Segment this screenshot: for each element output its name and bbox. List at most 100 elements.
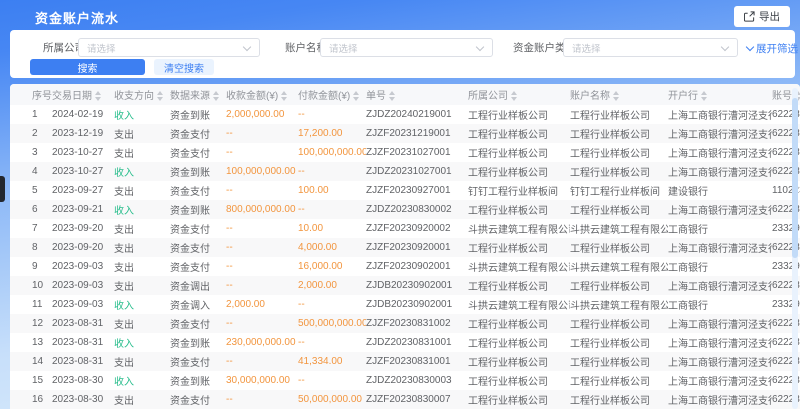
- table-cell: 资金支付: [170, 390, 226, 409]
- table-cell: 4,000.00: [298, 238, 366, 257]
- table-row[interactable]: 82023-09-20支出资金支付--4,000.00ZJZF202309200…: [10, 238, 800, 257]
- column-header-label: 开户行: [668, 91, 698, 102]
- table-row[interactable]: 112023-09-03收入资金调入2,000.00--ZJDB20230902…: [10, 295, 800, 314]
- table-cell: 上海工商银行漕河泾支行: [668, 371, 772, 390]
- company-filter-select[interactable]: 请选择: [78, 38, 260, 57]
- table-row[interactable]: 42023-10-27收入资金到账100,000,000.00--ZJDZ202…: [10, 162, 800, 181]
- table-row[interactable]: 72023-09-20支出资金支付--10.00ZJZF20230920002斗…: [10, 219, 800, 238]
- table-cell: 100.00: [298, 181, 366, 200]
- table-cell: 收入: [114, 333, 170, 352]
- table-cell: --: [298, 105, 366, 124]
- table-cell: ZJZF20230920001: [366, 238, 468, 257]
- table-cell: 2,000.00: [298, 276, 366, 295]
- table-cell: 斗拱云建筑工程有限公司: [570, 295, 668, 314]
- table-cell: 上海工商银行漕河泾支行: [668, 124, 772, 143]
- table-cell: ZJZF20231027001: [366, 143, 468, 162]
- sort-carets-icon[interactable]: [353, 91, 359, 101]
- table-row[interactable]: 132023-08-31收入资金到账230,000,000.00--ZJDZ20…: [10, 333, 800, 352]
- table-cell: 资金到账: [170, 333, 226, 352]
- table-cell: 6: [10, 200, 52, 219]
- table-cell: 工程行业样板公司: [570, 143, 668, 162]
- table-cell: 上海工商银行漕河泾支行: [668, 352, 772, 371]
- page-title: 资金账户流水: [35, 8, 119, 27]
- table-row[interactable]: 122023-08-31支出资金支付--500,000,000.00ZJZF20…: [10, 314, 800, 333]
- table-cell: 工程行业样板公司: [570, 276, 668, 295]
- table-cell: 12: [10, 314, 52, 333]
- column-header[interactable]: 交易日期: [52, 84, 114, 105]
- table-row[interactable]: 162023-08-30支出资金支付--50,000,000.00ZJZF202…: [10, 390, 800, 409]
- table-cell: 工程行业样板公司: [570, 314, 668, 333]
- table-row[interactable]: 142023-08-31支出资金支付--41,334.00ZJZF2023083…: [10, 352, 800, 371]
- table-cell: --: [226, 219, 298, 238]
- expand-filters-link[interactable]: 展开筛选: [747, 41, 798, 56]
- table-cell: 工程行业样板公司: [570, 352, 668, 371]
- column-header[interactable]: 收支方向: [114, 84, 170, 105]
- table-row[interactable]: 32023-10-27支出资金支付--100,000,000.00ZJZF202…: [10, 143, 800, 162]
- account-name-filter-select[interactable]: 请选择: [320, 38, 493, 57]
- sort-carets-icon[interactable]: [281, 91, 287, 101]
- table-cell: 收入: [114, 162, 170, 181]
- table-row[interactable]: 12024-02-19收入资金到账2,000,000.00--ZJDZ20240…: [10, 105, 800, 124]
- sort-carets-icon[interactable]: [213, 91, 219, 101]
- table-cell: --: [226, 352, 298, 371]
- sort-carets-icon[interactable]: [95, 91, 101, 101]
- table-cell: 支出: [114, 238, 170, 257]
- table-cell: ZJZF20230902001: [366, 257, 468, 276]
- table-cell: 2023-08-30: [52, 390, 114, 409]
- table-cell: 上海工商银行漕河泾支行: [668, 143, 772, 162]
- column-header[interactable]: 账户名称: [570, 84, 668, 105]
- table-cell: 工程行业样板公司: [468, 390, 570, 409]
- table-cell: ZJZF20230927001: [366, 181, 468, 200]
- table-row[interactable]: 52023-09-27支出资金支付--100.00ZJZF20230927001…: [10, 181, 800, 200]
- table-cell: 斗拱云建筑工程有限公司: [570, 257, 668, 276]
- table-cell: 500,000,000.00: [298, 314, 366, 333]
- column-header[interactable]: 所属公司: [468, 84, 570, 105]
- table-cell: 支出: [114, 276, 170, 295]
- sort-carets-icon[interactable]: [511, 91, 517, 101]
- table-cell: 工程行业样板公司: [570, 162, 668, 181]
- drawer-handle[interactable]: [0, 176, 5, 202]
- table-cell: 50,000,000.00: [298, 390, 366, 409]
- column-header[interactable]: 单号: [366, 84, 468, 105]
- clear-search-button[interactable]: 清空搜索: [154, 59, 214, 75]
- column-header[interactable]: 付款金额(¥): [298, 84, 366, 105]
- account-type-filter-select[interactable]: 请选择: [563, 38, 738, 57]
- top-header-bar: 资金账户流水 导出: [0, 0, 800, 30]
- table-cell: 收入: [114, 105, 170, 124]
- sort-carets-icon[interactable]: [701, 91, 707, 101]
- export-button[interactable]: 导出: [734, 6, 790, 27]
- column-header-label: 收款金额(¥): [226, 91, 278, 102]
- filter-actions: 搜索 清空搜索: [30, 59, 214, 75]
- table-row[interactable]: 62023-09-21收入资金到账800,000,000.00--ZJDZ202…: [10, 200, 800, 219]
- vertical-scrollbar-thumb[interactable]: [792, 98, 798, 258]
- table-cell: 工程行业样板公司: [468, 143, 570, 162]
- table-row[interactable]: 152023-08-30收入资金到账30,000,000.00--ZJDZ202…: [10, 371, 800, 390]
- table-cell: 资金支付: [170, 181, 226, 200]
- sort-carets-icon[interactable]: [157, 91, 163, 101]
- search-button[interactable]: 搜索: [30, 59, 145, 75]
- column-header[interactable]: 收款金额(¥): [226, 84, 298, 105]
- table-cell: 工程行业样板公司: [468, 276, 570, 295]
- vertical-scrollbar-track[interactable]: [792, 88, 798, 409]
- table-cell: 上海工商银行漕河泾支行: [668, 105, 772, 124]
- table-cell: 2023-10-27: [52, 143, 114, 162]
- table-cell: 10.00: [298, 219, 366, 238]
- sort-carets-icon[interactable]: [613, 91, 619, 101]
- table-cell: 2023-09-20: [52, 219, 114, 238]
- table-row[interactable]: 92023-09-03支出资金支付--16,000.00ZJZF20230902…: [10, 257, 800, 276]
- table-cell: 2023-08-31: [52, 333, 114, 352]
- table-cell: --: [298, 333, 366, 352]
- table-cell: 30,000,000.00: [226, 371, 298, 390]
- flow-table: 序号交易日期收支方向数据来源收款金额(¥)付款金额(¥)单号所属公司账户名称开户…: [10, 84, 800, 409]
- sort-carets-icon[interactable]: [389, 91, 395, 101]
- table-cell: 资金支付: [170, 219, 226, 238]
- column-header[interactable]: 数据来源: [170, 84, 226, 105]
- table-row[interactable]: 22023-12-19支出资金支付--17,200.00ZJZF20231219…: [10, 124, 800, 143]
- table-cell: 上海工商银行漕河泾支行: [668, 314, 772, 333]
- column-header[interactable]: 开户行: [668, 84, 772, 105]
- table-cell: 资金到账: [170, 200, 226, 219]
- table-row[interactable]: 102023-09-03支出资金调出--2,000.00ZJDB20230902…: [10, 276, 800, 295]
- table-cell: --: [298, 200, 366, 219]
- table-cell: 支出: [114, 257, 170, 276]
- table-cell: 支出: [114, 314, 170, 333]
